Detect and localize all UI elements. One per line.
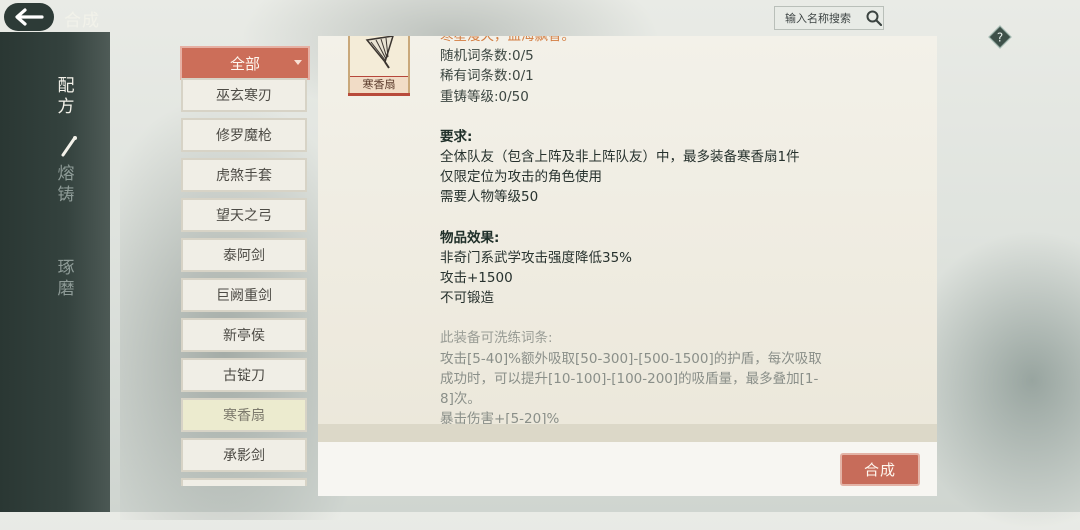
chevron-down-icon (294, 60, 302, 65)
back-arrow-icon (15, 8, 44, 26)
left-nav: 配方 熔铸 琢磨 (0, 32, 110, 512)
nav-tab-recipe-label: 配方 (57, 76, 75, 117)
item-detail-scroll[interactable]: 寒香扇 寒星漫天，血海飘香。 随机词条数:0/5 稀有词条数:0/1 重铸等级:… (318, 36, 937, 426)
effect-line: 攻击+1500 (440, 270, 513, 287)
requirement-line: 仅限定位为攻击的角色使用 (440, 169, 602, 186)
craft-button[interactable]: 合成 (840, 453, 920, 486)
item-detail-panel: 寒香扇 寒星漫天，血海飘香。 随机词条数:0/5 稀有词条数:0/1 重铸等级:… (318, 36, 937, 496)
filter-label: 全部 (229, 54, 260, 73)
effects-title: 物品效果: (440, 229, 500, 246)
back-button[interactable] (4, 3, 54, 31)
recipe-item[interactable]: 承影剑 (181, 438, 307, 472)
recipe-item[interactable]: 修罗魔枪 (181, 118, 307, 152)
item-flavor-text: 寒星漫天，血海飘香。 (440, 36, 575, 44)
nav-tab-polish-label: 琢磨 (57, 258, 75, 299)
effect-line: 不可锻造 (440, 290, 494, 307)
effect-line: 非奇门系武学攻击强度降低35% (440, 249, 633, 266)
item-card-rarity-bar (348, 93, 410, 96)
recipe-item[interactable]: 巫玄寒刃 (181, 78, 307, 112)
recipe-item-selected[interactable]: 寒香扇 (181, 398, 307, 432)
search-input[interactable] (775, 11, 865, 25)
recipe-item-partial[interactable] (181, 478, 307, 486)
fan-icon (365, 36, 394, 69)
nav-tab-recipe[interactable]: 配方 (52, 76, 80, 118)
svg-text:?: ? (997, 31, 1003, 45)
help-icon[interactable]: ? (988, 25, 1012, 49)
brush-icon (61, 136, 77, 157)
item-description: 寒星漫天，血海飘香。 随机词条数:0/5 稀有词条数:0/1 重铸等级:0/50… (440, 36, 840, 426)
recipe-item[interactable]: 巨阙重剑 (181, 278, 307, 312)
nav-tab-cast[interactable]: 熔铸 (52, 164, 80, 206)
filter-dropdown[interactable]: 全部 (180, 46, 310, 80)
recipe-item[interactable]: 新亭侯 (181, 318, 307, 352)
recipe-item[interactable]: 望天之弓 (181, 198, 307, 232)
page-title: 合成 (64, 11, 100, 31)
item-stat-random: 随机词条数:0/5 (440, 48, 534, 65)
refine-line: 攻击[5-40]%额外吸取[50-300]-[500-1500]的护盾，每次吸取… (440, 350, 822, 408)
recipe-item[interactable]: 泰阿剑 (181, 238, 307, 272)
search-box (774, 6, 884, 30)
nav-tab-polish[interactable]: 琢磨 (52, 258, 80, 300)
requirement-line: 需要人物等级50 (440, 189, 539, 206)
recipe-list: 全部 巫玄寒刃 修罗魔枪 虎煞手套 望天之弓 泰阿剑 巨阙重剑 新亭侯 古锭刀 … (180, 46, 310, 486)
top-bar: 合成 ? (0, 0, 1080, 49)
item-card-name: 寒香扇 (350, 76, 408, 93)
item-card: 寒香扇 (348, 36, 410, 96)
panel-divider (318, 424, 937, 442)
item-stat-rare: 稀有词条数:0/1 (440, 68, 534, 85)
recipe-item[interactable]: 古锭刀 (181, 358, 307, 392)
search-icon[interactable] (865, 9, 883, 27)
refine-title: 此装备可洗练词条: (440, 330, 553, 347)
requirement-line: 全体队友（包含上阵及非上阵队友）中，最多装备寒香扇1件 (440, 149, 800, 166)
nav-tab-cast-label: 熔铸 (57, 164, 75, 205)
recipe-item[interactable]: 虎煞手套 (181, 158, 307, 192)
item-stat-recast: 重铸等级:0/50 (440, 88, 529, 105)
requirements-title: 要求: (440, 128, 473, 145)
